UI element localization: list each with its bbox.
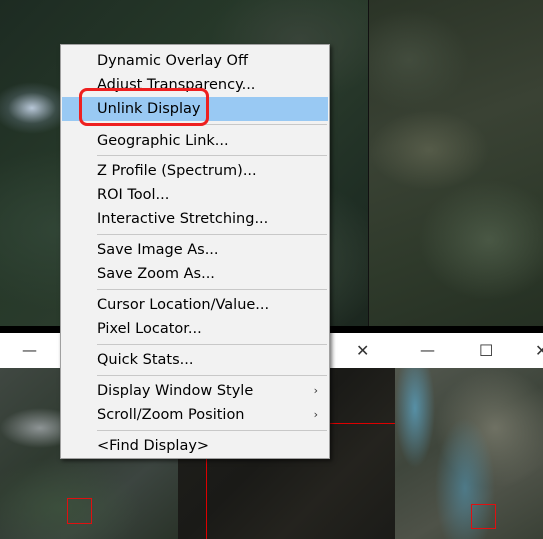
menu-item-label: Z Profile (Spectrum)... xyxy=(97,163,257,179)
menu-item-label: Quick Stats... xyxy=(97,352,194,368)
chevron-right-icon: › xyxy=(313,408,318,421)
menu-item-z-profile[interactable]: Z Profile (Spectrum)... xyxy=(62,159,328,183)
menu-item-label: Pixel Locator... xyxy=(97,321,202,337)
menu-item-label: <Find Display> xyxy=(97,438,210,454)
menu-item-label: Save Zoom As... xyxy=(97,266,215,282)
menu-item-pixel-locator[interactable]: Pixel Locator... xyxy=(62,317,328,341)
menu-item-display-window-style[interactable]: Display Window Style › xyxy=(62,379,328,403)
menu-separator xyxy=(97,124,327,125)
menu-item-label: Interactive Stretching... xyxy=(97,211,269,227)
menu-item-label: Scroll/Zoom Position xyxy=(97,407,245,423)
close-icon[interactable]: ✕ xyxy=(356,333,369,368)
menu-separator xyxy=(97,430,327,431)
window-titlebar-middle[interactable]: ✕ xyxy=(330,333,395,368)
maximize-icon[interactable]: ☐ xyxy=(479,333,493,368)
menu-item-label: ROI Tool... xyxy=(97,187,170,203)
window-titlebar-right[interactable]: — ☐ ✕ xyxy=(395,333,543,368)
menu-item-label: Adjust Transparency... xyxy=(97,77,256,93)
satellite-image-scroll[interactable] xyxy=(368,0,543,326)
menu-item-label: Cursor Location/Value... xyxy=(97,297,270,313)
menu-separator xyxy=(97,289,327,290)
menu-separator xyxy=(97,375,327,376)
menu-item-adjust-transparency[interactable]: Adjust Transparency... xyxy=(62,73,328,97)
menu-item-label: Dynamic Overlay Off xyxy=(97,53,248,69)
minimize-icon[interactable]: — xyxy=(22,333,37,368)
menu-item-quick-stats[interactable]: Quick Stats... xyxy=(62,348,328,372)
close-icon[interactable]: ✕ xyxy=(535,333,543,368)
menu-item-interactive-stretching[interactable]: Interactive Stretching... xyxy=(62,207,328,231)
zoom-box-edge xyxy=(330,423,395,424)
minimize-icon[interactable]: — xyxy=(420,333,435,368)
menu-item-cursor-location-value[interactable]: Cursor Location/Value... xyxy=(62,293,328,317)
menu-separator xyxy=(97,344,327,345)
menu-item-roi-tool[interactable]: ROI Tool... xyxy=(62,183,328,207)
menu-item-label: Unlink Display xyxy=(97,101,201,117)
zoom-box-indicator[interactable] xyxy=(471,504,496,529)
chevron-right-icon: › xyxy=(313,384,318,397)
menu-separator xyxy=(97,234,327,235)
menu-item-label: Geographic Link... xyxy=(97,133,229,149)
menu-item-geographic-link[interactable]: Geographic Link... xyxy=(62,129,328,153)
menu-separator xyxy=(97,155,327,156)
satellite-image-secondary[interactable] xyxy=(395,368,543,539)
zoom-box-indicator[interactable] xyxy=(67,498,92,524)
menu-item-save-image-as[interactable]: Save Image As... xyxy=(62,238,328,262)
menu-item-save-zoom-as[interactable]: Save Zoom As... xyxy=(62,262,328,286)
menu-item-label: Display Window Style xyxy=(97,383,254,399)
menu-item-scroll-zoom-position[interactable]: Scroll/Zoom Position › xyxy=(62,403,328,427)
menu-item-dynamic-overlay-off[interactable]: Dynamic Overlay Off xyxy=(62,49,328,73)
menu-item-label: Save Image As... xyxy=(97,242,219,258)
menu-item-find-display[interactable]: <Find Display> xyxy=(62,434,328,458)
menu-item-unlink-display[interactable]: Unlink Display xyxy=(62,97,328,121)
context-menu: Dynamic Overlay Off Adjust Transparency.… xyxy=(60,44,330,459)
